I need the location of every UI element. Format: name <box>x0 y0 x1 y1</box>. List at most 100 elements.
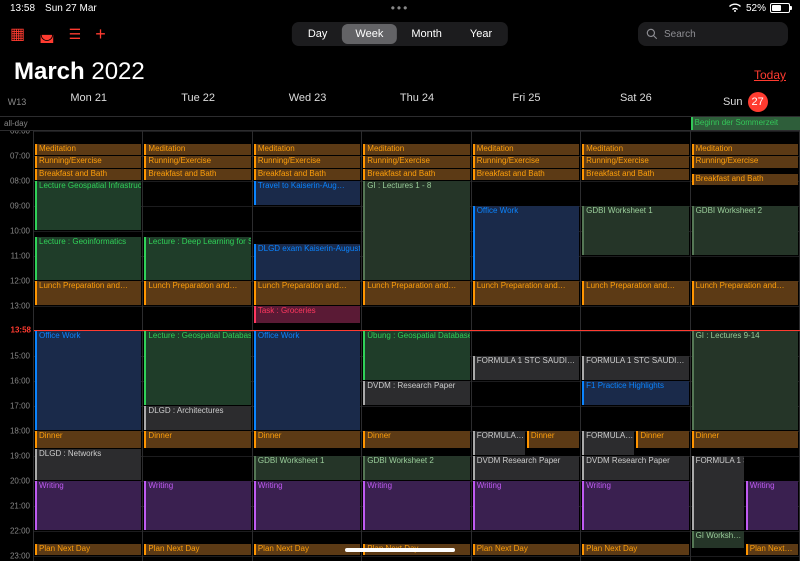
calendar-event[interactable]: Lunch Preparation and… <box>35 281 141 305</box>
calendar-event[interactable]: Travel to Kaiserin-Aug… <box>254 181 360 205</box>
calendar-event[interactable]: Dinner <box>254 431 360 448</box>
calendar-event[interactable]: Meditation <box>254 144 360 156</box>
calendar-event[interactable]: Dinner <box>692 431 798 448</box>
calendar-event[interactable]: F1 Practice Highlights <box>582 381 688 405</box>
calendar-event[interactable]: Dinner <box>35 431 141 448</box>
calendar-event[interactable]: GDBI Worksheet 2 <box>692 206 798 255</box>
day-column[interactable]: MeditationRunning/ExerciseBreakfast and … <box>34 131 143 561</box>
day-column[interactable]: MeditationRunning/ExerciseBreakfast and … <box>253 131 362 561</box>
allday-event[interactable]: Beginn der Sommerzeit <box>691 117 800 130</box>
day-column[interactable]: MeditationRunning/ExerciseBreakfast and … <box>472 131 581 561</box>
calendar-event[interactable]: Plan Next… <box>746 544 798 556</box>
calendar-event[interactable]: Lunch Preparation and… <box>363 281 469 305</box>
calendar-event[interactable]: Meditation <box>363 144 469 156</box>
view-week[interactable]: Week <box>341 24 397 44</box>
day-header[interactable]: Sun 27 <box>691 88 800 116</box>
calendar-event[interactable]: Running/Exercise <box>144 156 250 168</box>
calendar-event[interactable]: DVDM Research Paper <box>582 456 688 480</box>
day-column[interactable]: MeditationRunning/Exercise Breakfast and … <box>691 131 800 561</box>
calendar-event[interactable]: GI Worksh… <box>692 531 744 548</box>
today-link[interactable]: Today <box>754 68 786 82</box>
calendar-event[interactable]: DLGD : Networks <box>35 449 141 481</box>
day-column[interactable]: MeditationRunning/ExerciseBreakfast and … <box>581 131 690 561</box>
calendar-event[interactable]: Meditation <box>144 144 250 156</box>
calendar-event[interactable]: Running/Exercise <box>473 156 579 168</box>
calendar-event[interactable]: GDBI Worksheet 1 <box>582 206 688 255</box>
calendar-event[interactable]: GI : Lectures 1 - 8 <box>363 181 469 280</box>
calendar-event[interactable]: Writing <box>746 481 798 530</box>
view-month[interactable]: Month <box>397 24 456 44</box>
calendar-event[interactable]: Lunch Preparation and… <box>692 281 798 305</box>
calendar-event[interactable]: Running/Exercise <box>692 156 798 168</box>
calendar-event[interactable]: DLGD exam Kaiserin-Augusta-Allee 104-106 <box>254 244 360 281</box>
calendar-event[interactable]: Writing <box>582 481 688 530</box>
calendar-event[interactable]: FORMULA 1 STC SAUDI ARABIAN… <box>692 456 744 530</box>
calendar-event[interactable]: Lecture : Geospatial Databases <box>144 331 250 405</box>
calendar-event[interactable]: Übung : Geospatial Database <box>363 331 469 380</box>
day-header[interactable]: Thu 24 <box>362 88 471 116</box>
view-year[interactable]: Year <box>456 24 506 44</box>
calendar-event[interactable]: Lunch Preparation and… <box>473 281 579 305</box>
home-indicator[interactable] <box>345 548 455 552</box>
day-header[interactable]: Sat 26 <box>581 88 690 116</box>
calendar-event[interactable]: Plan Next Day <box>473 544 579 556</box>
calendar-event[interactable]: Office Work <box>473 206 579 280</box>
calendar-event[interactable]: FORMULA… <box>473 431 525 455</box>
calendar-event[interactable]: Meditation <box>582 144 688 156</box>
add-event-icon[interactable]: + <box>95 24 106 45</box>
calendar-event[interactable]: Meditation <box>35 144 141 156</box>
calendar-event[interactable]: FORMULA… <box>582 431 634 455</box>
calendar-event[interactable]: Writing <box>254 481 360 530</box>
calendar-event[interactable]: Task : Groceries <box>254 306 360 323</box>
list-icon[interactable]: ☰ <box>69 26 82 43</box>
calendar-event[interactable]: Breakfast and Bath <box>473 169 579 181</box>
day-header[interactable]: Fri 25 <box>472 88 581 116</box>
calendar-event[interactable]: Meditation <box>692 144 798 156</box>
calendar-event[interactable]: Plan Next Day <box>144 544 250 556</box>
calendar-event[interactable]: Lunch Preparation and… <box>144 281 250 305</box>
search-input[interactable]: Search <box>638 22 788 46</box>
calendar-event[interactable]: Breakfast and Bath <box>363 169 469 181</box>
day-header[interactable]: Wed 23 <box>253 88 362 116</box>
view-day[interactable]: Day <box>294 24 342 44</box>
calendar-event[interactable]: FORMULA 1 STC SAUDI… <box>582 356 688 380</box>
calendar-event[interactable]: GI : Lectures 9-14 <box>692 331 798 430</box>
calendar-event[interactable]: GDBI Worksheet 1 <box>254 456 360 480</box>
calendar-event[interactable]: Breakfast and Bath <box>254 169 360 181</box>
day-column[interactable]: MeditationRunning/ExerciseBreakfast and … <box>362 131 471 561</box>
calendar-event[interactable]: DVDM Research Paper <box>473 456 579 480</box>
calendar-event[interactable]: Office Work <box>35 331 141 430</box>
calendar-event[interactable]: Office Work <box>254 331 360 430</box>
calendar-event[interactable]: Breakfast and Bath <box>692 174 798 186</box>
calendar-event[interactable]: Plan Next Day <box>35 544 141 556</box>
calendar-event[interactable]: Plan Next Day <box>582 544 688 556</box>
calendar-event[interactable]: Breakfast and Bath <box>144 169 250 181</box>
multitask-dots-icon[interactable]: ••• <box>391 1 410 15</box>
calendar-event[interactable]: Lecture : Geoinformatics <box>35 237 141 280</box>
calendar-event[interactable]: Running/Exercise <box>363 156 469 168</box>
calendar-event[interactable]: Breakfast and Bath <box>582 169 688 181</box>
calendar-event[interactable]: Running/Exercise <box>35 156 141 168</box>
inbox-icon[interactable]: ◛ <box>39 24 55 44</box>
calendar-event[interactable]: Writing <box>35 481 141 530</box>
calendar-event[interactable]: DLGD : Architectures <box>144 406 250 430</box>
calendar-event[interactable]: GDBI Worksheet 2 <box>363 456 469 480</box>
calendar-event[interactable]: Dinner <box>363 431 469 448</box>
body-grid[interactable]: 06:0007:0008:0009:0010:0011:0012:0013:00… <box>0 131 800 561</box>
calendar-event[interactable]: Writing <box>144 481 250 530</box>
day-header[interactable]: Mon 21 <box>34 88 143 116</box>
calendar-event[interactable]: Running/Exercise <box>582 156 688 168</box>
calendar-event[interactable]: Dinner <box>144 431 250 448</box>
calendar-icon[interactable]: ▦ <box>10 24 25 44</box>
calendar-event[interactable]: Lecture Geospatial Infrastructures <box>35 181 141 230</box>
calendar-event[interactable]: Running/Exercise <box>254 156 360 168</box>
calendar-event[interactable]: DVDM : Research Paper <box>363 381 469 405</box>
calendar-event[interactable]: Meditation <box>473 144 579 156</box>
calendar-event[interactable]: Writing <box>363 481 469 530</box>
day-column[interactable]: MeditationRunning/ExerciseBreakfast and … <box>143 131 252 561</box>
calendar-event[interactable]: Lunch Preparation and… <box>582 281 688 305</box>
calendar-event[interactable]: Lecture : Deep Learning for Spatial Data <box>144 237 250 280</box>
calendar-event[interactable]: Lunch Preparation and… <box>254 281 360 305</box>
day-header[interactable]: Tue 22 <box>143 88 252 116</box>
calendar-event[interactable]: Dinner <box>636 431 688 448</box>
